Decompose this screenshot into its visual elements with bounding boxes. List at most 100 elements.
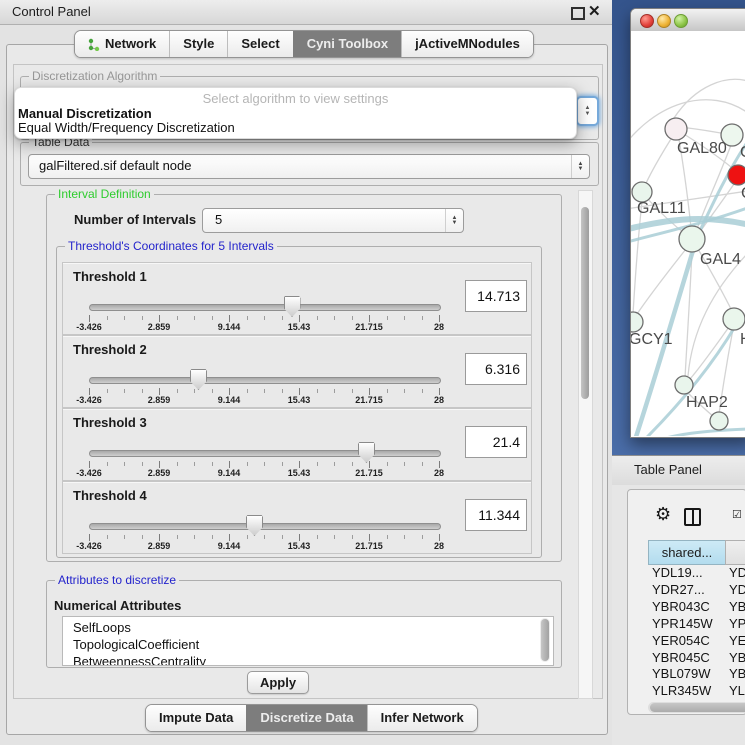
zoom-traffic-light-icon[interactable] <box>674 14 688 28</box>
attribute-item-selfloops[interactable]: SelfLoops <box>73 620 131 635</box>
attributes-list-scrollbar[interactable] <box>540 618 550 662</box>
network-node-h-partial[interactable] <box>723 308 745 330</box>
stepper-icon[interactable]: ▲▼ <box>445 209 463 232</box>
column-header-shared-name[interactable]: shared... <box>648 540 726 565</box>
network-node-hap2[interactable] <box>675 376 693 394</box>
minor-tick <box>282 316 283 320</box>
tab-impute-data[interactable]: Impute Data <box>146 705 246 731</box>
minor-tick <box>422 535 423 539</box>
network-node-gal11[interactable] <box>632 182 652 202</box>
column-header-name[interactable]: na <box>725 540 745 565</box>
tab-infer-network[interactable]: Infer Network <box>367 705 477 731</box>
table-row-cell[interactable]: YBR0 <box>729 650 745 665</box>
table-row-cell[interactable]: YBL0 <box>729 666 745 681</box>
table-data-combobox[interactable]: galFiltered.sif default node ▲▼ <box>28 154 590 179</box>
network-node-node-bottom[interactable] <box>710 412 728 430</box>
minor-tick <box>352 462 353 466</box>
minor-tick <box>177 535 178 539</box>
panel-vertical-scrollbar[interactable] <box>578 190 593 699</box>
table-row-cell[interactable]: YBL079W <box>652 666 711 681</box>
table-row-cell[interactable]: YDR27... <box>652 582 705 597</box>
apply-button[interactable]: Apply <box>247 671 309 694</box>
table-row-cell[interactable]: YDL1 <box>729 565 745 580</box>
major-tick <box>89 315 90 322</box>
table-row-cell[interactable]: YDR2 <box>729 582 745 597</box>
slider-thumb[interactable] <box>246 515 263 536</box>
table-row-cell[interactable]: YLR3 <box>729 683 745 698</box>
slider-track[interactable] <box>89 523 441 530</box>
network-node-label: GCY1 <box>631 331 673 348</box>
network-view-window[interactable]: GAL80GACGAL11GAL4GCY1HHAP2 <box>630 8 745 438</box>
table-row-cell[interactable]: YLR345W <box>652 683 711 698</box>
slider-thumb[interactable] <box>190 369 207 390</box>
threshold-row-3: Threshold 3-3.4262.8599.14415.4321.71528… <box>62 408 532 481</box>
table-row-cell[interactable]: YER0 <box>729 633 745 648</box>
table-panel-title: Table Panel <box>634 462 702 477</box>
table-horizontal-scrollbar[interactable] <box>648 702 745 713</box>
network-node-gcy1[interactable] <box>631 312 643 332</box>
slider-thumb[interactable] <box>358 442 375 463</box>
network-node-red-node[interactable] <box>728 165 745 185</box>
popup-item-manual-discretization[interactable]: Manual Discretization <box>18 106 152 121</box>
tab-label: Style <box>183 31 214 57</box>
tab-select[interactable]: Select <box>227 31 292 57</box>
table-row-cell[interactable]: YER054C <box>652 633 710 648</box>
minor-tick <box>422 389 423 393</box>
algorithm-combo-stepper[interactable]: ▲▼ <box>576 96 599 126</box>
number-of-intervals-combobox[interactable]: 5 ▲▼ <box>202 208 464 233</box>
threshold-value-field[interactable]: 21.4 <box>465 426 527 458</box>
network-node-gal80[interactable] <box>665 118 687 140</box>
table-row-cell[interactable]: YBR043C <box>652 599 710 614</box>
number-of-intervals-label: Number of Intervals <box>74 212 196 227</box>
table-panel-titlebar: Table Panel <box>612 455 745 486</box>
network-edge <box>643 131 676 190</box>
slider-thumb[interactable] <box>284 296 301 317</box>
popup-item-equal-width-frequency-discretization[interactable]: Equal Width/Frequency Discretization <box>18 120 235 135</box>
attribute-item-betweennesscentrality[interactable]: BetweennessCentrality <box>73 654 206 666</box>
bottom-tab-bar: Impute DataDiscretize DataInfer Network <box>145 704 478 732</box>
tick-label: -3.426 <box>76 541 102 551</box>
table-row-cell[interactable]: YPR1 <box>729 616 745 631</box>
table-row-cell[interactable]: YBR0 <box>729 599 745 614</box>
close-icon[interactable]: ✕ <box>588 2 601 20</box>
major-tick <box>369 315 370 322</box>
tab-network[interactable]: Network <box>75 31 169 57</box>
table-row-cell[interactable]: YPR145W <box>652 616 713 631</box>
close-traffic-light-icon[interactable] <box>640 14 654 28</box>
table-row-cell[interactable]: YBR045C <box>652 650 710 665</box>
threshold-row-2: Threshold 2-3.4262.8599.14415.4321.71528… <box>62 335 532 408</box>
slider-track[interactable] <box>89 377 441 384</box>
tab-jactivemnodules[interactable]: jActiveMNodules <box>401 31 533 57</box>
checkbox-icon[interactable]: ☑ <box>732 510 742 521</box>
tick-label: 15.43 <box>288 322 311 332</box>
tab-style[interactable]: Style <box>169 31 227 57</box>
float-window-icon[interactable] <box>571 7 585 20</box>
stepper-icon[interactable]: ▲▼ <box>571 155 589 178</box>
minimize-traffic-light-icon[interactable] <box>657 14 671 28</box>
attribute-item-topologicalcoefficient[interactable]: TopologicalCoefficient <box>73 637 199 652</box>
tick-label: 21.715 <box>355 541 383 551</box>
tick-label: -3.426 <box>76 395 102 405</box>
slider-track[interactable] <box>89 304 441 311</box>
major-tick <box>159 461 160 468</box>
gear-icon[interactable]: ⚙ <box>655 505 671 523</box>
network-window-titlebar[interactable] <box>631 9 745 32</box>
threshold-value-field[interactable]: 6.316 <box>465 353 527 385</box>
numerical-attributes-list[interactable]: SelfLoops TopologicalCoefficient Betweenne… <box>62 616 554 666</box>
network-canvas[interactable]: GAL80GACGAL11GAL4GCY1HHAP2 <box>631 31 745 436</box>
table-row-cell[interactable]: YDL19... <box>652 565 703 580</box>
slider-track[interactable] <box>89 450 441 457</box>
major-tick <box>89 388 90 395</box>
network-edge <box>674 79 745 118</box>
split-columns-icon[interactable] <box>684 508 701 526</box>
threshold-value-field[interactable]: 14.713 <box>465 280 527 312</box>
threshold-value-field[interactable]: 11.344 <box>465 499 527 531</box>
tick-label: 9.144 <box>218 468 241 478</box>
network-node-gal4[interactable] <box>679 226 705 252</box>
minor-tick <box>247 535 248 539</box>
tab-discretize-data[interactable]: Discretize Data <box>246 705 366 731</box>
major-tick <box>439 315 440 322</box>
tab-label: Cyni Toolbox <box>307 31 388 57</box>
minor-tick <box>142 316 143 320</box>
tab-cyni-toolbox[interactable]: Cyni Toolbox <box>293 31 401 57</box>
